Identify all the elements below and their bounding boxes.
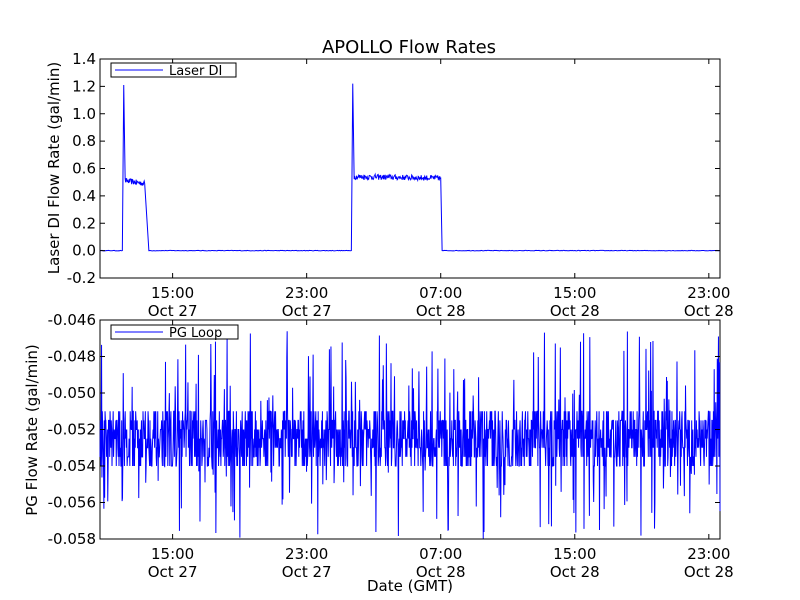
pg-loop-x-tick-date: Oct 27 <box>148 563 198 581</box>
pg-loop-x-axis-label: Date (GMT) <box>367 577 453 595</box>
pg-loop-x-tick-time: 15:00 <box>151 545 194 563</box>
pg-loop-x-tick-time: 23:00 <box>285 545 328 563</box>
pg-loop-panel: -0.058 -0.056 -0.054 -0.052 -0.050 -0.048 -0.0… <box>23 311 734 595</box>
laser-di-y-tick-label: 1.2 <box>72 77 96 95</box>
pg-loop-x-tick-date: Oct 28 <box>684 563 734 581</box>
laser-di-y-tick-label: 1.0 <box>72 105 96 123</box>
laser-di-x-tick-date: Oct 28 <box>550 302 600 320</box>
pg-loop-legend-label: PG Loop <box>169 326 222 341</box>
laser-di-plot-frame <box>99 58 721 279</box>
pg-loop-y-tick-label: -0.054 <box>48 457 96 475</box>
pg-loop-y-tick-label: -0.056 <box>48 494 96 512</box>
laser-di-x-tick-date: Oct 28 <box>684 302 734 320</box>
laser-di-panel: -0.20.00.20.40.60.81.01.21.4 15:00Oct 27… <box>45 50 734 320</box>
laser-di-legend: Laser DI <box>110 62 237 79</box>
chart-title: APOLLO Flow Rates <box>322 37 496 58</box>
laser-di-x-tick-time: 23:00 <box>285 284 328 302</box>
laser-di-x-tick-time: 15:00 <box>151 284 194 302</box>
pg-loop-x-tick-date: Oct 28 <box>550 563 600 581</box>
laser-di-x-tick-date: Oct 27 <box>282 302 332 320</box>
pg-loop-y-tick-label: -0.046 <box>48 311 96 329</box>
laser-di-x-tick-date: Oct 27 <box>148 302 198 320</box>
pg-loop-x-tick-time: 23:00 <box>687 545 730 563</box>
pg-loop-legend: PG Loop <box>110 324 239 341</box>
laser-di-y-tick-label: 0.6 <box>72 160 96 178</box>
laser-di-x-tick-time: 15:00 <box>553 284 596 302</box>
laser-di-x-tick-date: Oct 28 <box>416 302 466 320</box>
pg-loop-y-axis-label: PG Flow Rate (gal/min) <box>23 344 41 516</box>
pg-loop-y-tick-label: -0.048 <box>48 348 96 366</box>
laser-di-y-axis-label: Laser DI Flow Rate (gal/min) <box>45 62 63 274</box>
laser-di-y-tick-label: -0.2 <box>67 269 96 287</box>
laser-di-y-tick-label: 0.2 <box>72 214 96 232</box>
pg-loop-y-tick-label: -0.058 <box>48 530 96 548</box>
pg-loop-y-tick-label: -0.050 <box>48 384 96 402</box>
pg-loop-x-tick-time: 07:00 <box>419 545 462 563</box>
pg-loop-x-tick-time: 15:00 <box>553 545 596 563</box>
laser-di-legend-label: Laser DI <box>169 64 222 79</box>
laser-di-y-tick-label: 0.4 <box>72 187 96 205</box>
flow-rates-figure: APOLLO Flow Rates -0.2 0.0 0.2 0.4 0.6 0.8 1.0… <box>23 37 734 595</box>
laser-di-y-tick-label: 0.0 <box>72 242 96 260</box>
laser-di-y-tick-label: 1.4 <box>72 50 96 68</box>
laser-di-x-tick-time: 07:00 <box>419 284 462 302</box>
pg-loop-y-tick-label: -0.052 <box>48 421 96 439</box>
laser-di-y-tick-label: 0.8 <box>72 132 96 150</box>
laser-di-x-tick-time: 23:00 <box>687 284 730 302</box>
pg-loop-x-tick-date: Oct 27 <box>282 563 332 581</box>
